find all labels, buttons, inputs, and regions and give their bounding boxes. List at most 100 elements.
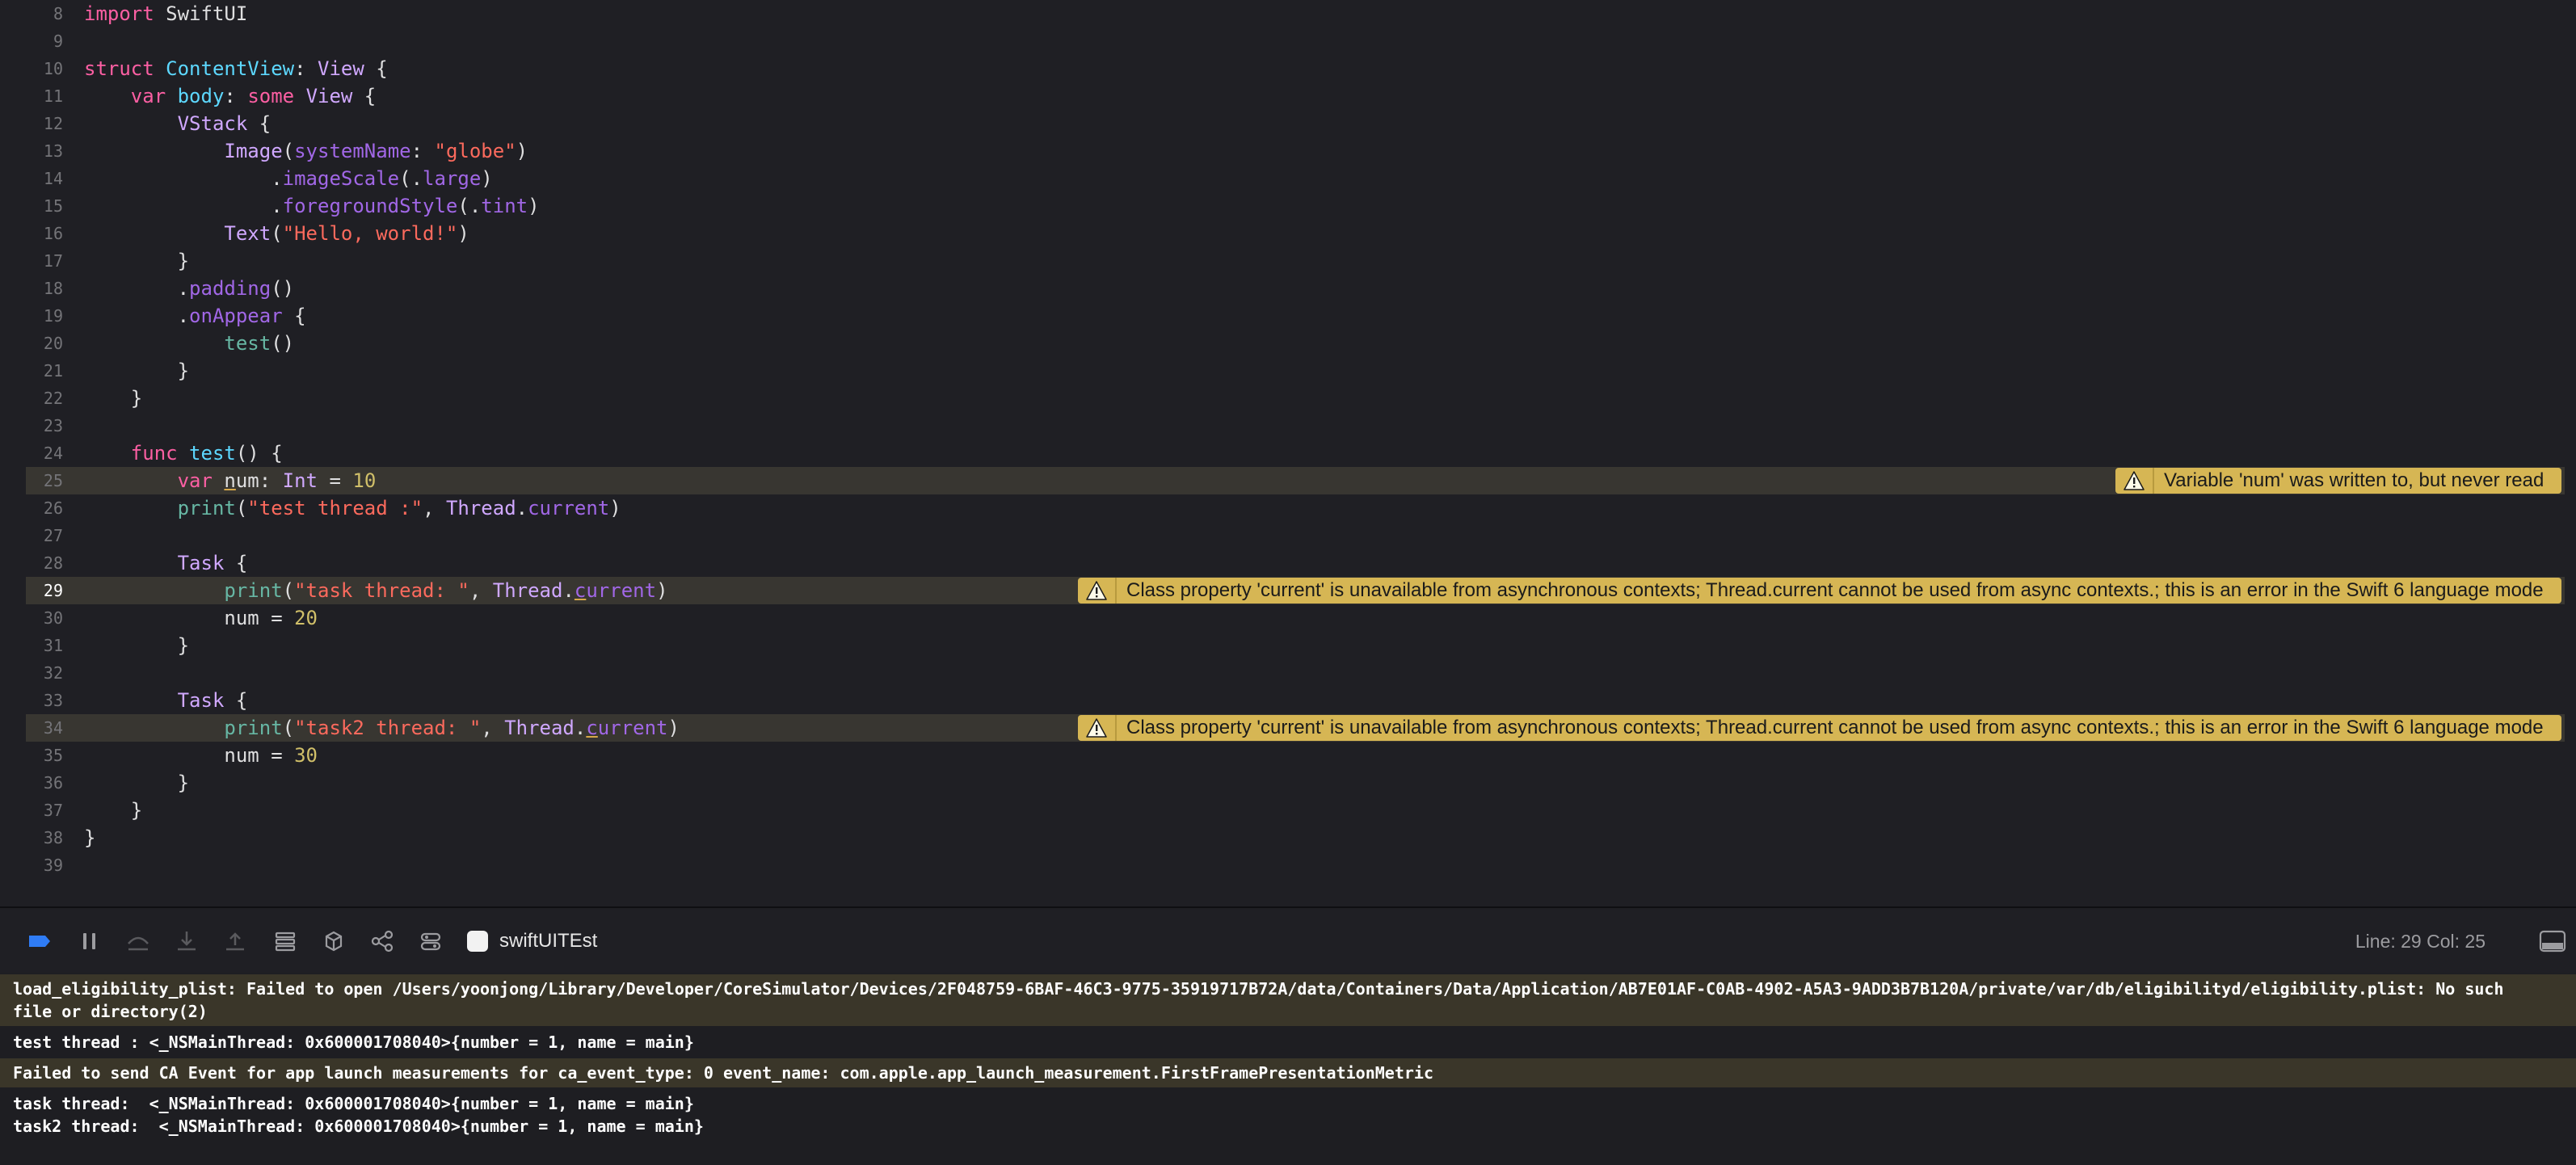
inline-warning[interactable]: Variable 'num' was written to, but never… — [2115, 468, 2561, 494]
code-text: struct ContentView: View { — [84, 55, 388, 82]
code-token: } — [84, 360, 190, 382]
code-text: num = 20 — [84, 604, 318, 632]
console-output[interactable]: load_eligibility_plist: Failed to open /… — [0, 973, 2576, 1165]
code-text: print("task thread: ", Thread.current) — [84, 577, 667, 604]
panel-toggle-icon[interactable] — [2539, 929, 2566, 953]
line-number: 24 — [43, 444, 63, 463]
code-line[interactable]: 10 struct ContentView: View { — [26, 55, 2565, 82]
code-token: Thread — [492, 579, 563, 602]
code-text: test() — [84, 330, 294, 357]
code-line[interactable]: 36 } — [26, 769, 2565, 797]
line-number: 32 — [43, 663, 63, 683]
code-token: Task — [177, 689, 225, 712]
code-line[interactable]: 23 — [26, 412, 2565, 440]
environment-overrides-icon[interactable] — [368, 927, 396, 955]
code-line[interactable]: 17 } — [26, 247, 2565, 275]
code-line[interactable]: 33 Task { — [26, 687, 2565, 714]
console-warning-message: Failed to send CA Event for app launch m… — [0, 1058, 2576, 1087]
step-into-icon[interactable] — [173, 927, 200, 955]
code-line[interactable]: 34 print("task2 thread: ", Thread.curren… — [26, 714, 2565, 742]
code-text: .onAppear { — [84, 302, 306, 330]
memory-graph-icon[interactable] — [320, 927, 347, 955]
code-line[interactable]: 9 — [26, 27, 2565, 55]
code-line[interactable]: 22 } — [26, 385, 2565, 412]
code-token: . — [84, 167, 283, 190]
console-text: task thread: <_NSMainThread: 0x600001708… — [13, 1094, 704, 1136]
line-number: 37 — [43, 801, 63, 820]
code-token: () { — [235, 442, 283, 465]
inline-warning[interactable]: Class property 'current' is unavailable … — [1078, 715, 2561, 741]
code-text: } — [84, 632, 189, 659]
line-number: 34 — [43, 718, 63, 738]
code-token: { — [282, 305, 306, 327]
code-line[interactable]: 25 var num: Int = 10 Variable 'num' was w… — [26, 467, 2565, 494]
code-line[interactable]: 11 var body: some View { — [26, 82, 2565, 110]
code-token: ( — [282, 579, 295, 602]
console-message: task thread: <_NSMainThread: 0x600001708… — [0, 1089, 2576, 1141]
code-token: () — [271, 332, 295, 355]
inline-warning[interactable]: Class property 'current' is unavailable … — [1078, 578, 2561, 604]
code-line[interactable]: 26 print("test thread :", Thread.current… — [26, 494, 2565, 522]
view-hierarchy-icon[interactable] — [271, 927, 299, 955]
code-token: { — [224, 689, 248, 712]
code-text: } — [84, 385, 142, 412]
code-token: tint — [481, 195, 528, 217]
code-line[interactable]: 21 } — [26, 357, 2565, 385]
code-line[interactable]: 37 } — [26, 797, 2565, 824]
code-text: } — [84, 247, 189, 275]
code-line[interactable]: 20 test() — [26, 330, 2565, 357]
simulate-location-icon[interactable] — [417, 927, 444, 955]
code-token: Task — [177, 552, 225, 574]
code-token: "globe" — [434, 140, 516, 162]
code-text: Task { — [84, 549, 248, 577]
code-line[interactable]: 38} — [26, 824, 2565, 852]
code-token: . — [84, 277, 190, 300]
code-line[interactable]: 12 VStack { — [26, 110, 2565, 137]
code-text: Text("Hello, world!") — [84, 220, 469, 247]
step-out-icon[interactable] — [221, 927, 249, 955]
code-line[interactable]: 14 .imageScale(.large) — [26, 165, 2565, 192]
code-token: func — [130, 442, 178, 465]
code-line[interactable]: 30 num = 20 — [26, 604, 2565, 632]
breakpoints-toggle-icon[interactable] — [26, 927, 53, 955]
line-number: 11 — [43, 86, 63, 106]
source-editor[interactable]: 8 import SwiftUI 9 10 struct ContentView: Vi… — [0, 0, 2576, 906]
code-token: (. — [399, 167, 423, 190]
code-line[interactable]: 28 Task { — [26, 549, 2565, 577]
code-line[interactable]: 15 .foregroundStyle(.tint) — [26, 192, 2565, 220]
code-line[interactable]: 27 — [26, 522, 2565, 549]
code-line[interactable]: 8 import SwiftUI — [26, 0, 2565, 27]
code-token: ) — [481, 167, 493, 190]
code-line[interactable]: 19 .onAppear { — [26, 302, 2565, 330]
code-line[interactable]: 18 .padding() — [26, 275, 2565, 302]
code-token: . — [562, 579, 575, 602]
code-line[interactable]: 39 — [26, 852, 2565, 879]
code-line[interactable]: 35 num = 30 — [26, 742, 2565, 769]
code-token: ( — [271, 222, 283, 245]
code-token: padding — [189, 277, 271, 300]
code-line[interactable]: 31 } — [26, 632, 2565, 659]
code-line[interactable]: 29 print("task thread: ", Thread.current… — [26, 577, 2565, 604]
code-token: } — [84, 250, 190, 272]
line-number: 38 — [43, 828, 63, 847]
code-token: View — [318, 57, 364, 80]
code-token: some — [247, 85, 295, 107]
pause-icon[interactable] — [76, 927, 103, 955]
step-over-icon[interactable] — [124, 927, 152, 955]
code-line[interactable]: 16 Text("Hello, world!") — [26, 220, 2565, 247]
code-token: ContentView — [166, 57, 295, 80]
code-token: 30 — [294, 744, 318, 767]
line-number: 27 — [43, 526, 63, 545]
code-line[interactable]: 13 Image(systemName: "globe") — [26, 137, 2565, 165]
console-message: test thread : <_NSMainThread: 0x60000170… — [0, 1028, 2576, 1057]
code-token: ) — [528, 195, 540, 217]
code-token: urrent — [597, 717, 668, 739]
line-number: 33 — [43, 691, 63, 710]
line-number: 30 — [43, 608, 63, 628]
code-line[interactable]: 32 — [26, 659, 2565, 687]
code-line[interactable]: 24 func test() { — [26, 440, 2565, 467]
